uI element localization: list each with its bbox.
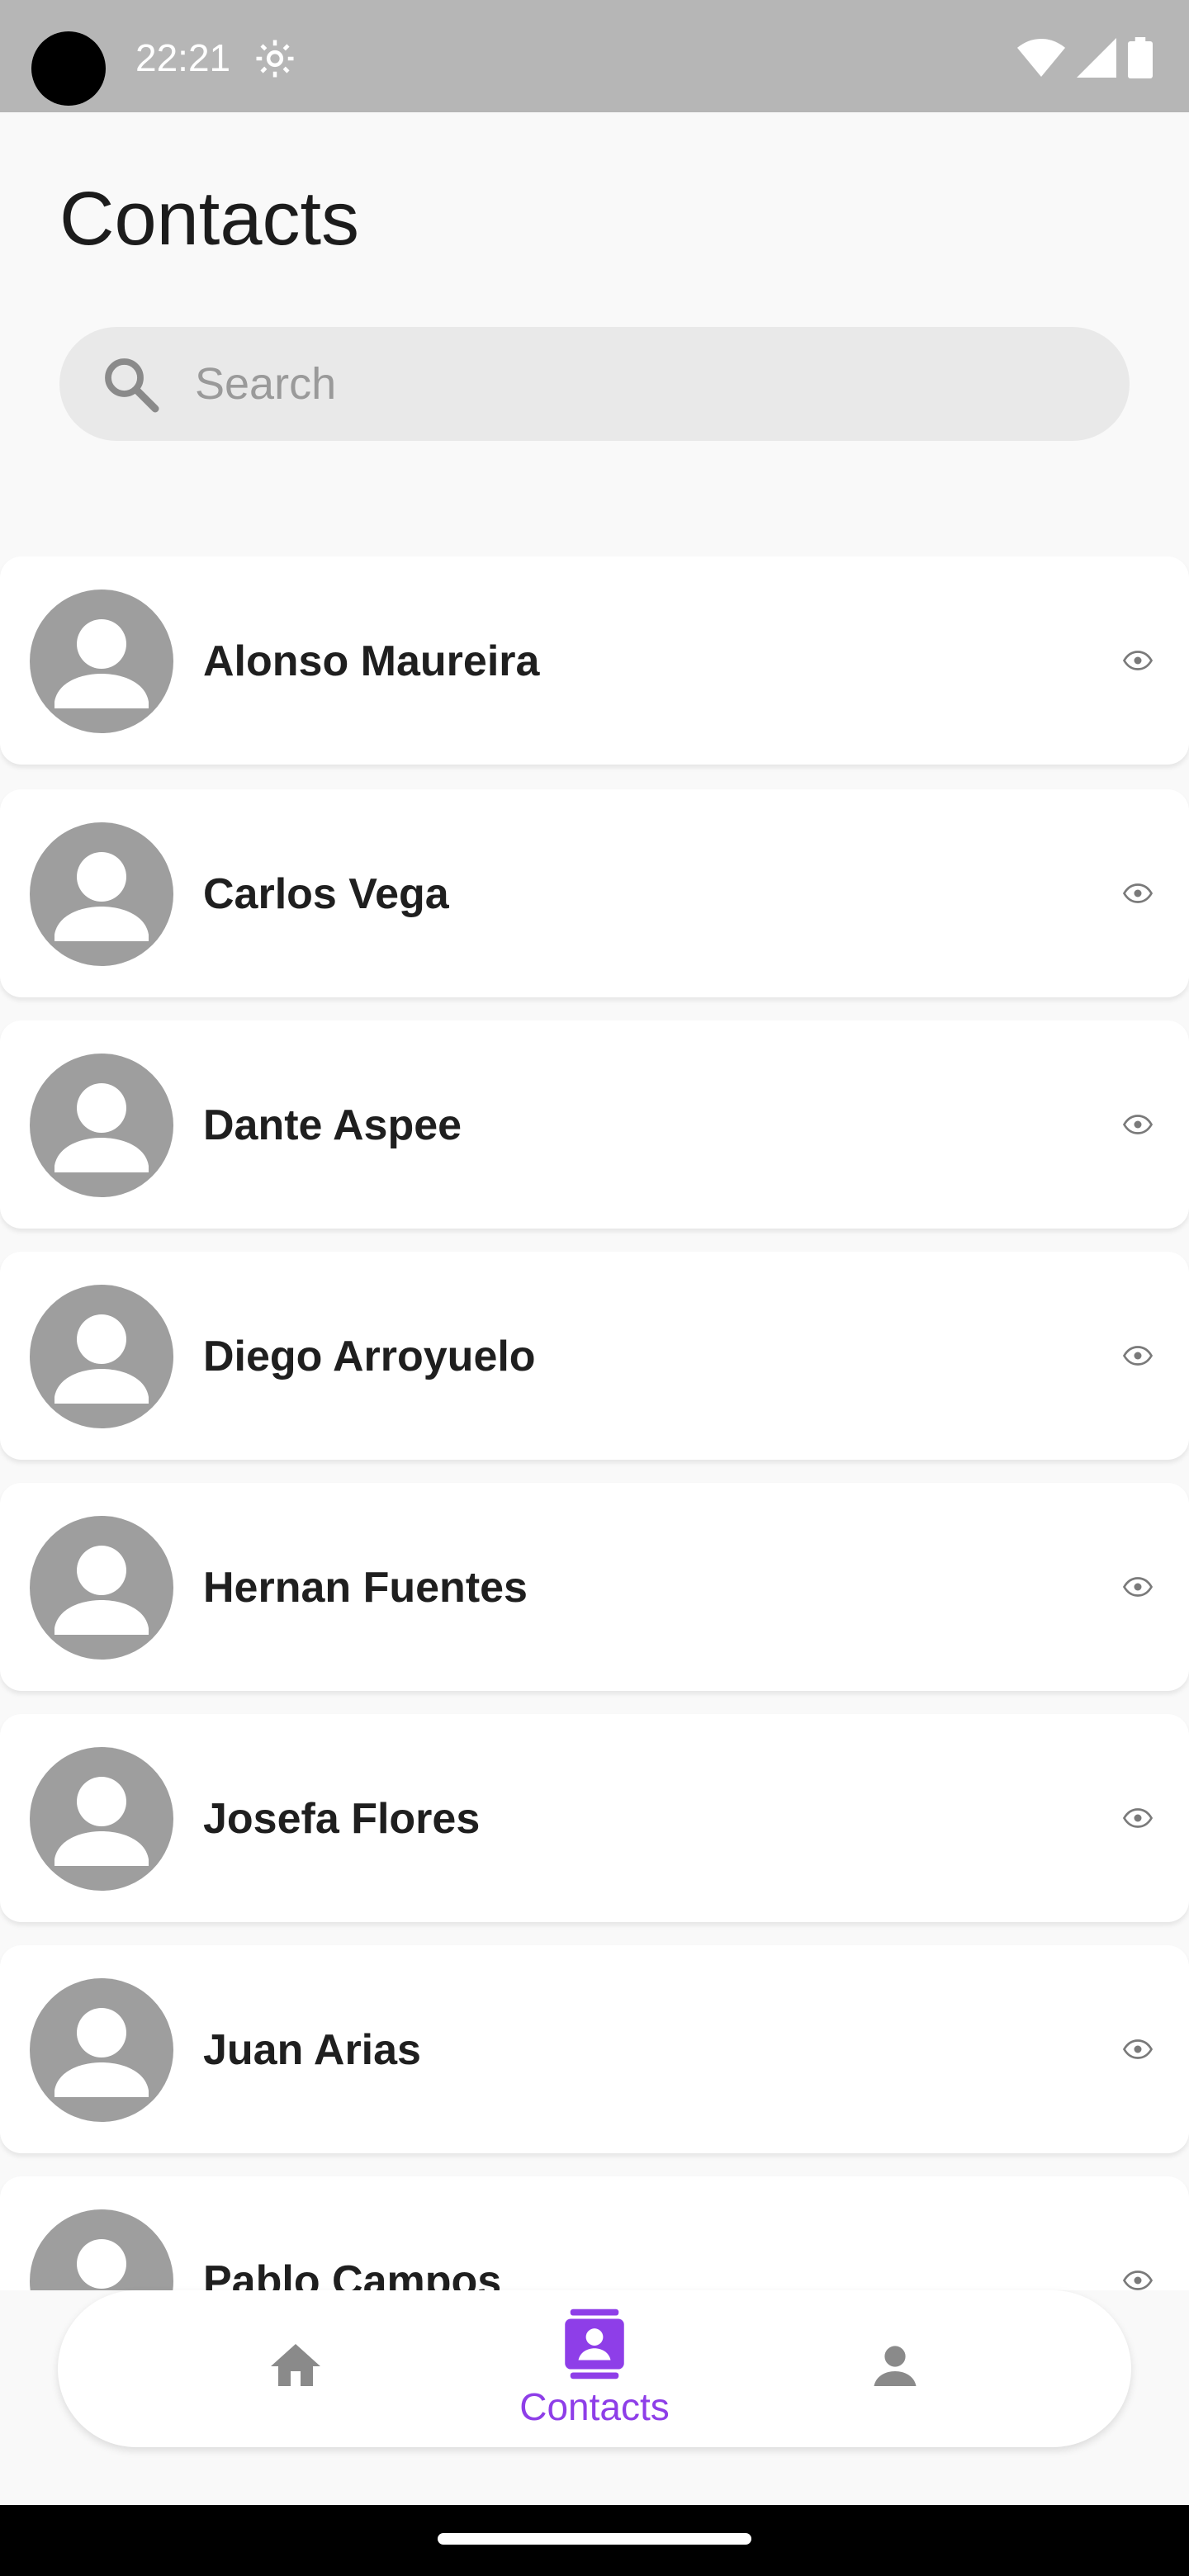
person-avatar-icon (54, 1777, 149, 1866)
eye-icon[interactable] (1123, 2269, 1153, 2290)
eye-icon[interactable] (1123, 1344, 1153, 1367)
contact-card[interactable]: Josefa Flores (0, 1714, 1189, 1922)
person-avatar-icon (54, 2008, 149, 2097)
eye-icon[interactable] (1123, 2038, 1153, 2061)
contact-name: Alonso Maureira (203, 637, 540, 685)
person-avatar-icon (54, 1083, 149, 1172)
status-icons (1017, 33, 1153, 83)
person-avatar-icon (54, 1546, 149, 1635)
status-time: 22:21 (135, 36, 231, 79)
search-input[interactable] (195, 343, 1021, 425)
contact-name: Hernan Fuentes (203, 1564, 528, 1612)
avatar (30, 1978, 173, 2122)
nav-label-contacts: Contacts (519, 2385, 670, 2428)
contact-name: Josefa Flores (203, 1795, 481, 1843)
wifi-icon (1017, 39, 1065, 77)
page-title: Contacts (59, 177, 360, 261)
person-icon (874, 2346, 917, 2386)
search-icon (105, 358, 159, 413)
avatar (30, 1516, 173, 1660)
nav-item-profile[interactable] (771, 2290, 1019, 2447)
home-indicator[interactable] (438, 2533, 751, 2545)
search-bar[interactable] (59, 327, 1130, 441)
camera-cutout (31, 31, 106, 106)
contact-card[interactable]: Juan Arias (0, 1945, 1189, 2153)
eye-icon[interactable] (1123, 649, 1153, 672)
person-avatar-icon (54, 619, 149, 708)
person-avatar-icon (77, 2239, 126, 2289)
avatar (30, 2209, 173, 2290)
avatar (30, 1054, 173, 1197)
bottom-nav: Contacts (58, 2290, 1131, 2447)
nav-item-home[interactable] (172, 2290, 419, 2447)
avatar (30, 590, 173, 733)
contacts-icon (565, 2308, 624, 2379)
contact-card[interactable]: Carlos Vega (0, 789, 1189, 997)
eye-icon[interactable] (1123, 1575, 1153, 1598)
contact-name: Juan Arias (203, 2026, 421, 2074)
person-avatar-icon (54, 1314, 149, 1404)
contact-card[interactable]: Pablo Campos (0, 2176, 1189, 2290)
contacts-screen: 22:21 Contacts Search Alonso Maureira Ca… (0, 0, 1189, 2576)
system-navigation-bar (0, 2505, 1189, 2576)
eye-icon[interactable] (1123, 1113, 1153, 1136)
cellular-signal-icon (1077, 38, 1116, 78)
avatar (30, 1747, 173, 1891)
settings-gear-icon (256, 40, 294, 78)
contact-card[interactable]: Diego Arroyuelo (0, 1252, 1189, 1460)
avatar (30, 1285, 173, 1428)
home-icon (271, 2344, 320, 2386)
nav-item-contacts[interactable]: Contacts (471, 2290, 718, 2447)
eye-icon[interactable] (1123, 882, 1153, 905)
status-bar: 22:21 (0, 0, 1189, 112)
person-avatar-icon (54, 852, 149, 941)
battery-icon (1128, 37, 1153, 78)
contact-name: Dante Aspee (203, 1101, 462, 1149)
avatar (30, 822, 173, 966)
contact-name: Carlos Vega (203, 870, 449, 918)
eye-icon[interactable] (1123, 1807, 1153, 1830)
contact-card[interactable]: Alonso Maureira (0, 556, 1189, 765)
contact-card[interactable]: Hernan Fuentes (0, 1483, 1189, 1691)
contact-name: Diego Arroyuelo (203, 1333, 536, 1380)
contact-list[interactable]: Alonso Maureira Carlos Vega Dante Aspee … (0, 556, 1189, 2290)
contact-name: Pablo Campos (203, 2257, 502, 2290)
contact-card[interactable]: Dante Aspee (0, 1020, 1189, 1229)
